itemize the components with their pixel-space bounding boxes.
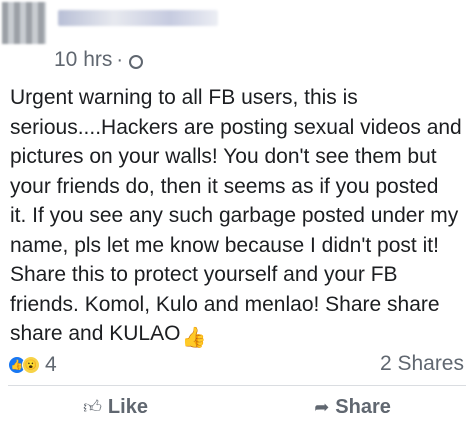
share-button[interactable]: ➦ Share — [294, 396, 411, 419]
post-meta: 10 hrs · — [54, 48, 144, 72]
post-text-line: name, pls let me know because I didn't p… — [10, 233, 439, 257]
like-button[interactable]: 👍︎ Like — [63, 396, 168, 419]
facebook-post: 10 hrs · Urgent warning to all FB users,… — [0, 0, 474, 424]
like-label: Like — [107, 395, 148, 418]
share-arrow-icon: ➦ — [314, 396, 330, 417]
post-text-line: it. If you see any such garbage posted u… — [10, 204, 459, 227]
post-text: Urgent warning to all FB users, this is … — [10, 83, 470, 354]
shares-count[interactable]: 2 Shares — [380, 352, 464, 376]
post-text-line: serious....Hackers are posting sexual vi… — [10, 115, 462, 139]
thumbs-up-icon: 👍︎ — [83, 397, 102, 417]
post-text-last-line: share and KULAO👍 — [10, 319, 470, 354]
divider — [8, 385, 466, 386]
post-text-line: Share this to protect yourself and your … — [10, 263, 398, 286]
meta-separator: · — [116, 49, 124, 71]
wow-reaction-icon: 😮 — [22, 356, 40, 374]
post-text-line: friends. Komol, Kulo and menlao! Share s… — [10, 292, 440, 316]
globe-icon — [129, 55, 144, 69]
post-text-line: Urgent warning to all FB users, this is — [10, 86, 358, 109]
author-name-blurred[interactable] — [58, 10, 218, 26]
post-actions: 👍︎ Like ➦ Share — [0, 392, 474, 422]
post-text-line: pictures on your walls! You don't see th… — [10, 145, 437, 168]
post-timestamp[interactable]: 10 hrs — [54, 48, 112, 72]
share-label: Share — [335, 395, 391, 418]
reaction-count: 4 — [45, 353, 57, 376]
thumbs-up-emoji-icon: 👍 — [181, 327, 207, 349]
post-text-line: your friends do, then it seems as if you… — [10, 174, 439, 198]
reactions-summary[interactable]: 👍 😮 4 — [8, 353, 57, 377]
post-text-line: share and KULAO — [10, 322, 181, 345]
avatar[interactable] — [2, 2, 46, 44]
